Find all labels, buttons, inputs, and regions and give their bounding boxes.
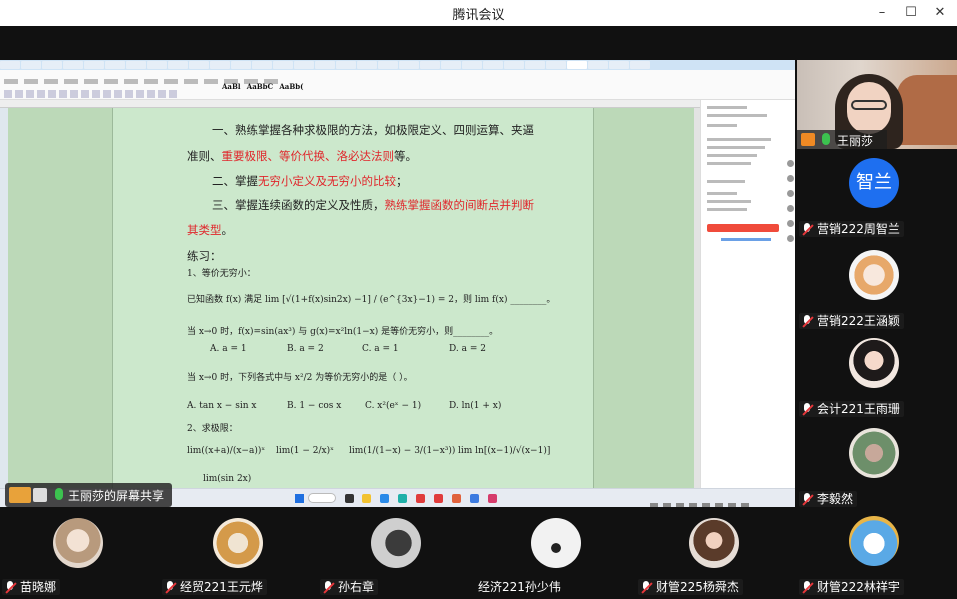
option-a: A. tan x − sin x [187,401,257,411]
mic-muted-icon [801,223,813,236]
avatar [849,250,899,300]
style-item: AaBbC [246,82,274,91]
style-gallery: AaBl AaBbC AaBb( [222,82,307,91]
minimize-button[interactable]: – [870,3,894,23]
option-a: A. a = 1 [210,344,247,354]
participant-name: 经贸221王元烨 [180,580,263,594]
option-c: C. a = 1 [362,344,399,354]
screen-share-label: 王丽莎的屏幕共享 [5,483,172,507]
participant-name: 苗晓娜 [20,580,57,594]
layout-icon[interactable] [33,488,47,502]
avatar [849,428,899,478]
style-item: AaBb( [279,82,304,91]
avatar [849,338,899,388]
mic-on-icon [55,488,63,500]
close-button[interactable]: ✕ [928,3,952,23]
app-icon[interactable] [452,494,461,503]
participant-tile[interactable]: 苗晓娜 [0,510,160,599]
participant-name: 营销222周智兰 [817,222,900,236]
option-d: D. a = 2 [449,344,486,354]
mic-muted-icon [164,581,176,594]
participant-name: 财管225杨舜杰 [656,580,739,594]
maximize-button[interactable]: ☐ [899,3,923,23]
option-c: C. x²(eˣ − 1) [365,401,422,411]
participant-tile[interactable]: 经贸221王元烨 [160,510,320,599]
limit-item: lim(sin 2x) [203,474,252,484]
share-icon [9,487,31,503]
participant-name: 李毅然 [817,492,854,506]
window-title: 腾讯会议 [452,8,505,23]
avatar: 智兰 [849,158,899,208]
doc-line: 其类型。 [187,223,233,237]
mic-muted-icon [801,581,813,594]
doc-line: 二、掌握无穷小定义及无穷小的比较； [212,174,408,188]
question-text: 已知函数 f(x) 满足 lim [√(1+f(x)sin2x) −1] / (… [187,295,556,305]
participant-tile[interactable]: 李毅然 [797,420,957,508]
shared-screen: AaBl AaBbC AaBb( 一、熟练掌握各种求极限的方法，如极限定义、四则… [0,60,795,507]
limit-item: lim((x+a)/(x−a))ˣ [187,446,266,456]
participant-tile[interactable]: 孙右章 [318,510,478,599]
participant-tile[interactable]: 财管225杨舜杰 [636,510,796,599]
option-d: D. ln(1 + x) [449,401,502,411]
style-item: AaBl [222,82,241,91]
question-text: 当 x→0 时，下列各式中与 x²/2 为等价无穷小的是（ ）。 [187,373,413,383]
app-icon[interactable] [345,494,354,503]
share-label-text: 王丽莎的屏幕共享 [68,489,165,503]
doc-line: 三、掌握连续函数的定义及性质，熟练掌握函数的间断点并判断 [212,198,534,212]
self-video-tile[interactable]: 王丽莎 [797,60,957,149]
avatar [531,518,581,568]
participant-name: 经济221孙少伟 [478,580,561,594]
start-icon[interactable] [295,494,304,503]
mic-muted-icon [801,315,813,328]
participant-tile[interactable]: 经济221孙少伟 [478,510,638,599]
app-icon[interactable] [488,494,497,503]
avatar [213,518,263,568]
participant-name: 营销222王涵颖 [817,314,900,328]
participant-name: 财管222林祥宇 [817,580,900,594]
participant-tile[interactable]: 营销222王涵颖 [797,242,957,330]
editor-ribbon: AaBl AaBbC AaBb( [0,70,795,100]
app-icon[interactable] [416,494,425,503]
browser-icon[interactable] [380,494,389,503]
mic-muted-icon [4,581,16,594]
mic-muted-icon [801,493,813,506]
ruler [0,100,700,108]
participant-tile[interactable]: 财管222林祥宇 [797,508,957,596]
question-title: 1、等价无穷小： [187,269,256,279]
browser-tabs [0,60,795,70]
participant-name: 会计221王雨珊 [817,402,900,416]
mic-muted-icon [322,581,334,594]
limit-item: lim ln[(x−1)/√(x−1)] [458,446,551,456]
option-b: B. 1 − cos x [287,401,342,411]
limit-item: lim(1 − 2/x)ˣ [276,446,334,456]
app-icon[interactable] [434,494,443,503]
question-text: 当 x→0 时，f(x)=sin(ax³) 与 g(x)=x²ln(1−x) 是… [187,327,499,337]
app-icon[interactable] [470,494,479,503]
app-icon[interactable] [398,494,407,503]
doc-line: 准则、重要极限、等价代换、洛必达法则等。 [187,149,417,163]
avatar [849,516,899,566]
participant-name: 孙右章 [338,580,375,594]
participant-tile[interactable]: 会计221王雨珊 [797,330,957,418]
avatar [689,518,739,568]
mic-muted-icon [640,581,652,594]
mic-muted-icon [801,403,813,416]
limit-item: lim(1/(1−x) − 3/(1−x³)) [349,446,456,456]
mic-on-icon [822,133,830,145]
doc-line: 一、熟练掌握各种求极限的方法，如极限定义、四则运算、夹逼 [212,123,534,137]
question-title: 2、求极限： [187,424,238,434]
panel-action-button[interactable] [707,224,779,232]
folder-icon[interactable] [362,494,371,503]
avatar [53,518,103,568]
document-area: 一、熟练掌握各种求极限的方法，如极限定义、四则运算、夹逼 准则、重要极限、等价代… [0,108,700,488]
host-icon [801,133,815,146]
avatar [371,518,421,568]
participant-name: 王丽莎 [837,134,874,148]
side-panel [700,100,795,488]
taskbar-search[interactable] [308,493,336,503]
window-titlebar: 腾讯会议 – ☐ ✕ [0,0,957,26]
option-b: B. a = 2 [287,344,324,354]
exercise-title: 练习： [187,249,222,263]
participant-tile[interactable]: 智兰 营销222周智兰 [797,150,957,238]
